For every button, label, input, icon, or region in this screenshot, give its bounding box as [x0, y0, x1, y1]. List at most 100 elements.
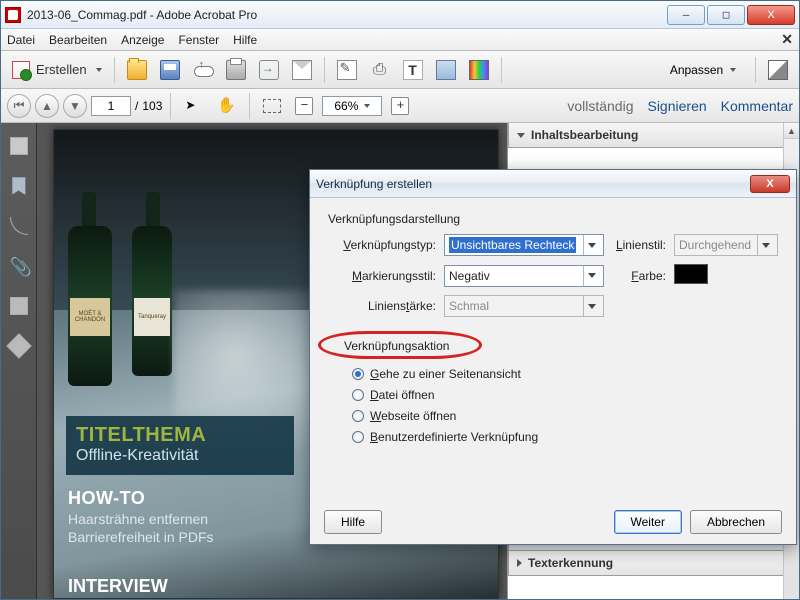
toolbar-main: Erstellen ⎙ T Anpassen — [1, 51, 799, 89]
highlight-style-select[interactable]: Negativ — [444, 265, 604, 287]
link-type-select[interactable]: Unsichtbares Rechteck — [444, 234, 604, 256]
panel-header-content-editing[interactable]: Inhaltsbearbeitung — [508, 123, 799, 148]
titelthema-box: TITELTHEMA Offline-Kreativität — [66, 416, 294, 475]
next-button[interactable]: Weiter — [614, 510, 682, 534]
select-tool-button[interactable]: ➤ — [179, 92, 207, 120]
radio-icon — [352, 410, 364, 422]
chevron-down-icon — [517, 133, 525, 138]
edit-text-button[interactable] — [332, 56, 362, 84]
page-image-bottles: MOËT & CHANDON Tanqueray — [68, 226, 172, 386]
bottle-label: MOËT & CHANDON — [70, 298, 110, 336]
next-page-button[interactable]: ▼ — [63, 94, 87, 118]
cancel-button[interactable]: Abbrechen — [690, 510, 782, 534]
menu-file[interactable]: Datei — [7, 33, 35, 47]
fullpage-link[interactable]: vollständig — [567, 98, 633, 114]
chevron-down-icon — [364, 104, 370, 108]
zoom-in-button[interactable]: + — [386, 92, 414, 120]
cloud-upload-icon — [193, 60, 213, 80]
create-button[interactable]: Erstellen — [7, 56, 107, 84]
comment-link[interactable]: Kommentar — [721, 98, 793, 114]
first-page-button[interactable]: ⏮ — [7, 94, 31, 118]
layers-icon[interactable] — [10, 297, 28, 315]
fullscreen-button[interactable] — [763, 56, 793, 84]
zoom-field[interactable]: 66% — [322, 96, 382, 116]
hand-icon: ✋ — [216, 96, 236, 116]
titelthema-heading: TITELTHEMA — [76, 424, 284, 447]
left-rail: 📎 — [1, 123, 37, 599]
option-custom-link[interactable]: Benutzerdefinierte Verknüpfung — [352, 430, 780, 444]
export-button[interactable]: ⎙ — [365, 56, 395, 84]
line-style-label: Linienstil: — [612, 238, 666, 252]
chevron-down-icon — [583, 235, 599, 255]
hand-tool-button[interactable]: ✋ — [211, 92, 241, 120]
option-open-web[interactable]: Webseite öffnen — [352, 409, 780, 423]
minimize-button[interactable]: — — [667, 5, 705, 25]
option-open-file[interactable]: Datei öffnen — [352, 388, 780, 402]
zoom-out-button[interactable]: − — [290, 92, 318, 120]
scroll-up-icon[interactable]: ▲ — [784, 123, 799, 139]
zoom-value: 66% — [334, 99, 358, 113]
link-action-section-label: Verknüpfungsaktion — [336, 337, 457, 355]
radio-icon — [352, 389, 364, 401]
folder-open-icon — [127, 60, 147, 80]
text-tool-icon: T — [403, 60, 423, 80]
bottle-label: Tanqueray — [134, 298, 170, 336]
menu-edit[interactable]: Bearbeiten — [49, 33, 107, 47]
pages-icon[interactable] — [10, 137, 28, 155]
panel-label: Texterkennung — [528, 556, 613, 570]
dialog-titlebar[interactable]: Verknüpfung erstellen X — [310, 170, 796, 198]
save-button[interactable] — [155, 56, 185, 84]
export-icon: ⎙ — [370, 60, 390, 80]
cloud-button[interactable] — [188, 56, 218, 84]
help-button[interactable]: Hilfe — [324, 510, 382, 534]
edit-page-icon — [337, 60, 357, 80]
share-button[interactable] — [254, 56, 284, 84]
panel-header-ocr[interactable]: Texterkennung — [508, 550, 799, 576]
panel-label: Inhaltsbearbeitung — [531, 128, 638, 142]
chevron-down-icon — [583, 296, 599, 316]
link-action-options: Gehe zu einer Seitenansicht Datei öffnen… — [352, 367, 780, 444]
titlebar[interactable]: 2013-06_Commag.pdf - Adobe Acrobat Pro —… — [1, 1, 799, 29]
bookmark-icon[interactable] — [12, 177, 26, 195]
option-goto-page[interactable]: Gehe zu einer Seitenansicht — [352, 367, 780, 381]
open-button[interactable] — [122, 56, 152, 84]
print-button[interactable] — [221, 56, 251, 84]
chevron-down-icon — [730, 68, 736, 72]
email-button[interactable] — [287, 56, 317, 84]
attachment-icon[interactable]: 📎 — [10, 257, 28, 275]
menu-window[interactable]: Fenster — [178, 33, 219, 47]
menu-view[interactable]: Anzeige — [121, 33, 164, 47]
text-tool-button[interactable]: T — [398, 56, 428, 84]
page-number-input[interactable] — [91, 96, 131, 116]
dialog-button-bar: Hilfe Weiter Abbrechen — [310, 500, 796, 544]
create-label: Erstellen — [36, 62, 87, 77]
cursor-icon: ➤ — [185, 98, 201, 114]
prev-page-button[interactable]: ▲ — [35, 94, 59, 118]
sign-link[interactable]: Signieren — [647, 98, 706, 114]
color-swatch[interactable] — [674, 264, 708, 284]
line-thickness-label: Linienstärke: — [332, 299, 436, 313]
marquee-zoom-button[interactable] — [258, 92, 286, 120]
color-label: Farbe: — [612, 269, 666, 283]
chevron-down-icon — [96, 68, 102, 72]
acrobat-icon — [5, 7, 21, 23]
document-close-icon[interactable]: ✕ — [781, 31, 793, 48]
image-tool-button[interactable] — [431, 56, 461, 84]
line-style-select: Durchgehend — [674, 234, 778, 256]
titelthema-sub: Offline-Kreativität — [76, 447, 284, 465]
interview-heading: INTERVIEW — [68, 576, 168, 597]
printer-icon — [226, 60, 246, 80]
signature-icon[interactable] — [10, 217, 28, 235]
howto-heading: HOW-TO — [68, 488, 214, 509]
color-button[interactable] — [464, 56, 494, 84]
tags-icon[interactable] — [6, 333, 31, 358]
customize-button[interactable]: Anpassen — [658, 56, 748, 84]
howto-line: Barrierefreiheit in PDFs — [68, 529, 214, 545]
dialog-close-button[interactable]: X — [750, 175, 790, 193]
howto-line: Haarsträhne entfernen — [68, 511, 214, 527]
highlight-style-label: Markierungsstil: — [332, 269, 436, 283]
maximize-button[interactable]: □ — [707, 5, 745, 25]
howto-block: HOW-TO Haarsträhne entfernen Barrierefre… — [68, 488, 214, 545]
window-close-button[interactable]: X — [747, 5, 795, 25]
menu-help[interactable]: Hilfe — [233, 33, 257, 47]
